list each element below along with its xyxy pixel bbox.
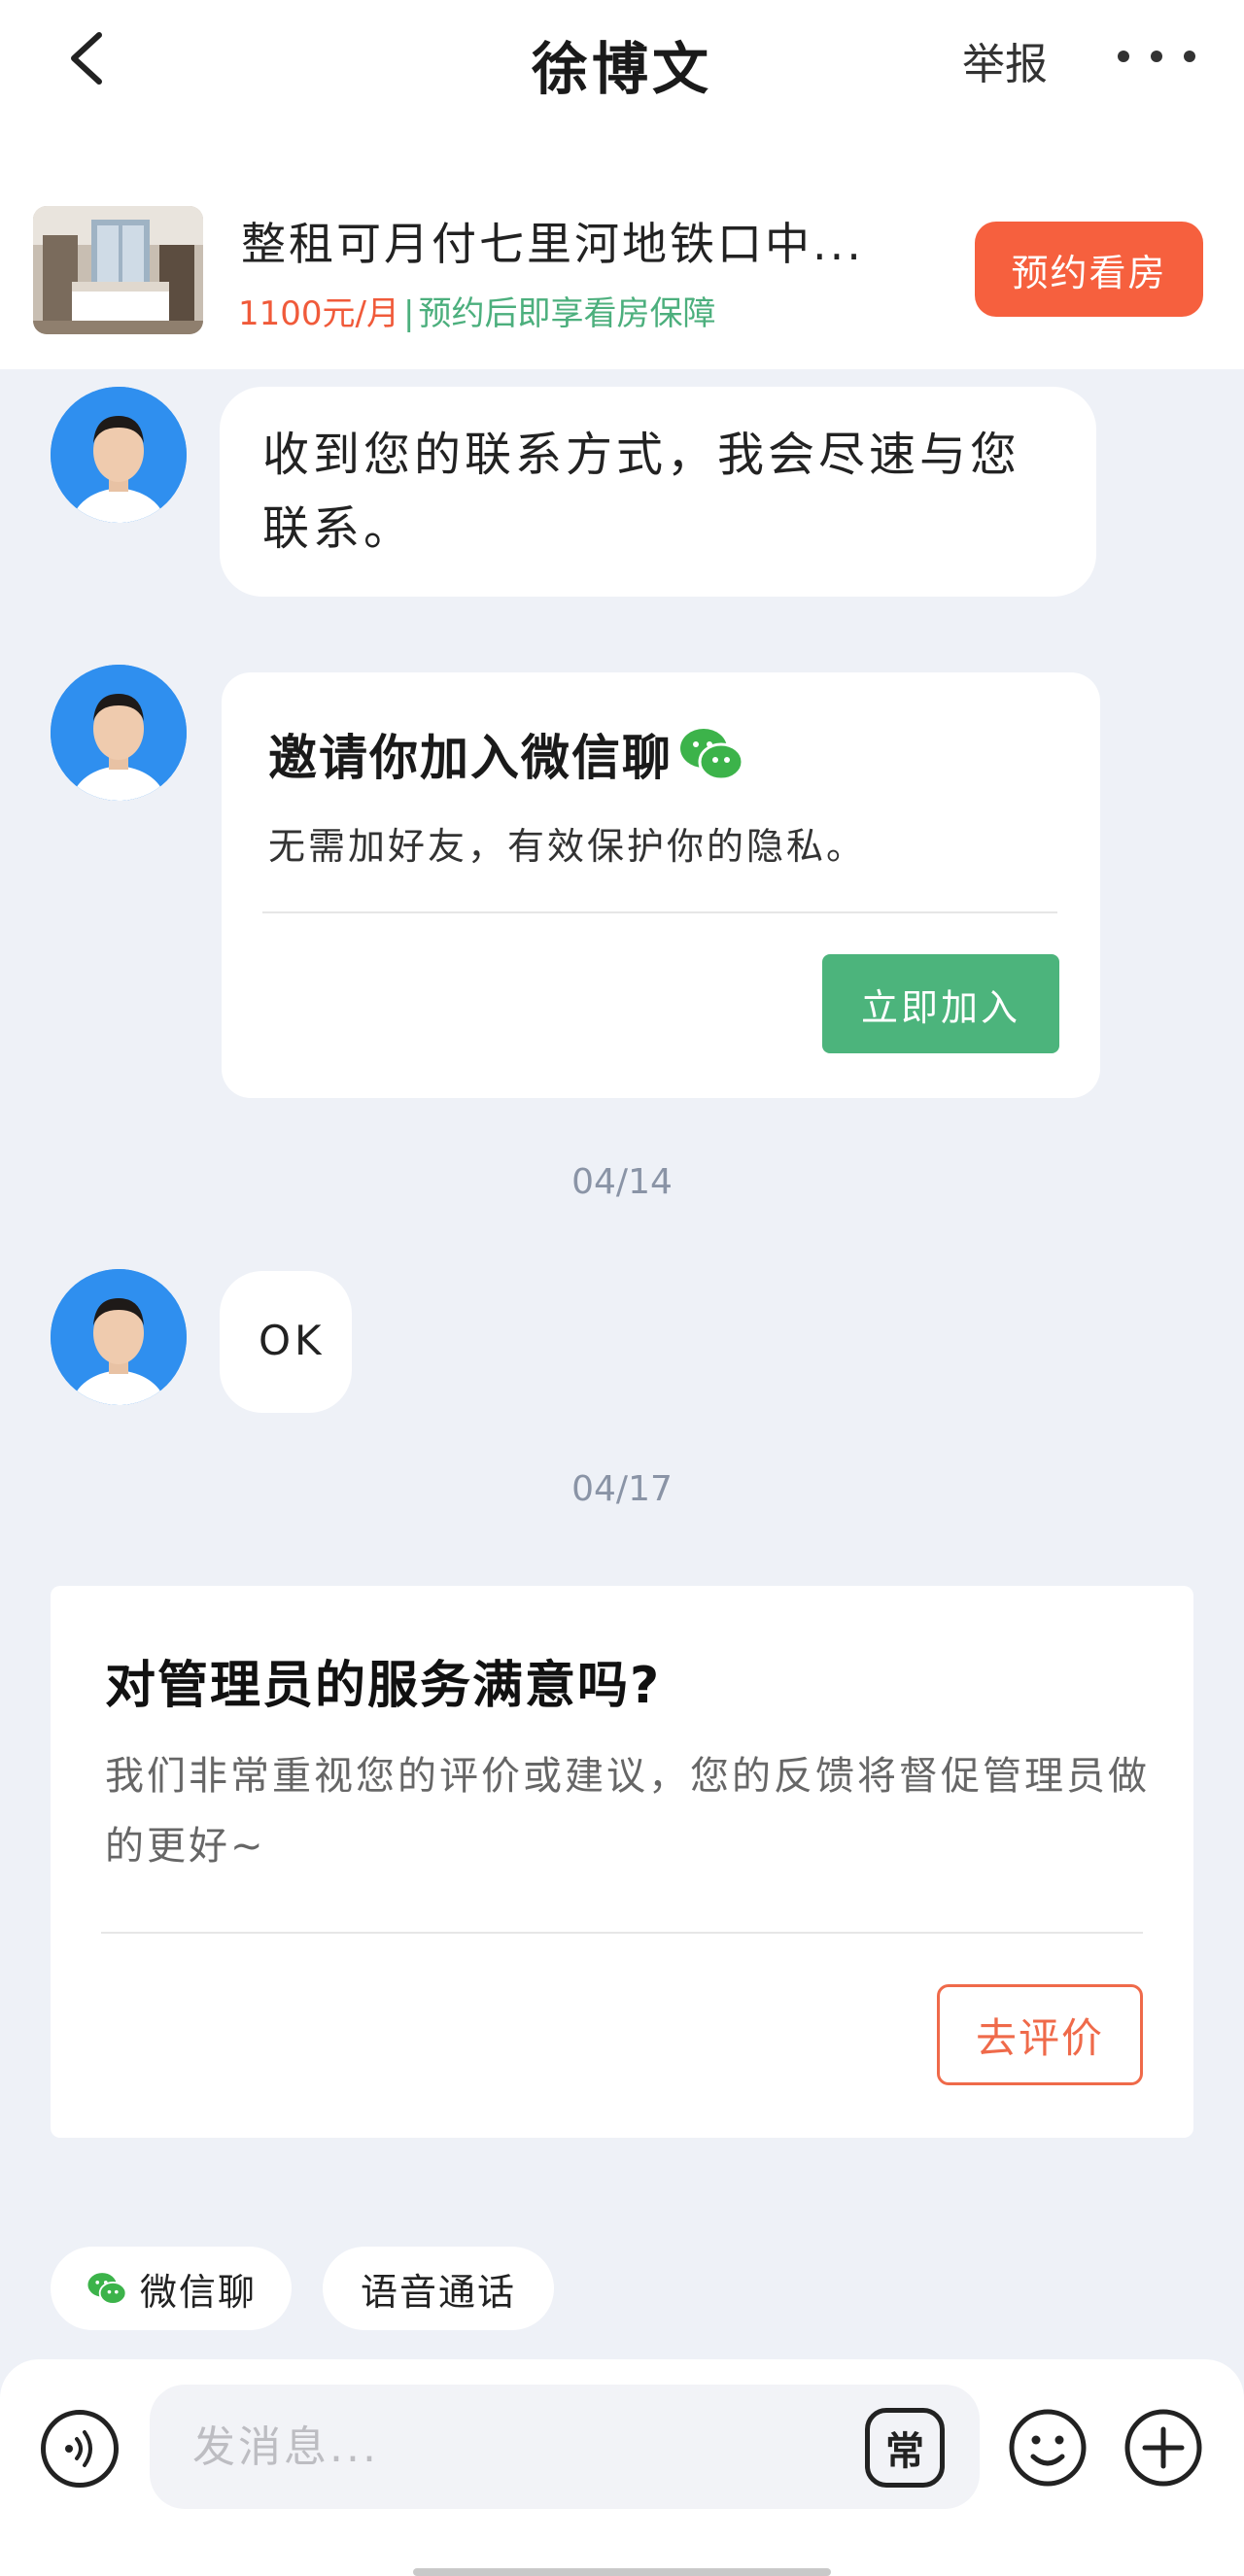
agent-avatar[interactable] bbox=[51, 387, 187, 523]
rate-button[interactable]: 去评价 bbox=[937, 1984, 1143, 2085]
voice-call-chip[interactable]: 语音通话 bbox=[323, 2247, 554, 2330]
home-indicator bbox=[413, 2568, 831, 2576]
listing-separator: | bbox=[402, 294, 415, 333]
date-separator: 04/14 bbox=[571, 1162, 673, 1202]
wechat-icon bbox=[680, 729, 744, 781]
card-divider bbox=[262, 911, 1057, 913]
report-button[interactable]: 举报 bbox=[962, 29, 1048, 91]
voice-call-label: 语音通话 bbox=[360, 2270, 516, 2314]
listing-title: 整租可月付七里河地铁口中... bbox=[241, 218, 864, 270]
agent-avatar[interactable] bbox=[51, 1269, 187, 1405]
wechat-invite-desc: 无需加好友，有效保护你的隐私。 bbox=[268, 825, 867, 868]
listing-subtitle: 1100元/月 | 预约后即享看房保障 bbox=[238, 287, 715, 334]
plus-icon bbox=[1124, 2409, 1202, 2487]
page-title: 徐博文 bbox=[531, 36, 712, 102]
message-text: 收到您的联系方式，我会尽速与您联系。 bbox=[262, 428, 1021, 556]
listing-thumbnail bbox=[33, 206, 203, 334]
date-separator: 04/17 bbox=[571, 1469, 673, 1509]
message-input[interactable] bbox=[150, 2385, 980, 2509]
message-composer: 常 bbox=[0, 2359, 1244, 2576]
common-phrases-button[interactable]: 常 bbox=[865, 2408, 945, 2488]
message-text: OK bbox=[259, 1317, 326, 1364]
wechat-chat-chip[interactable]: 微信聊 bbox=[51, 2247, 292, 2330]
wechat-chat-label: 微信聊 bbox=[139, 2270, 257, 2314]
top-bar: 徐博文 举报 bbox=[0, 0, 1244, 117]
agent-avatar[interactable] bbox=[51, 665, 187, 801]
wechat-invite-title: 邀请你加入微信聊 bbox=[268, 719, 746, 789]
card-divider bbox=[101, 1932, 1143, 1934]
service-survey-card: 对管理员的服务满意吗? 我们非常重视您的评价或建议，您的反馈将督促管理员做的更好… bbox=[51, 1586, 1193, 2138]
survey-desc: 我们非常重视您的评价或建议，您的反馈将督促管理员做的更好~ bbox=[105, 1754, 1150, 1869]
wechat-icon bbox=[87, 2273, 127, 2305]
join-now-button[interactable]: 立即加入 bbox=[822, 954, 1059, 1053]
more-dots-icon bbox=[1118, 51, 1195, 62]
more-button[interactable] bbox=[1118, 37, 1195, 76]
book-viewing-button[interactable]: 预约看房 bbox=[975, 222, 1203, 317]
wechat-invite-title-text: 邀请你加入微信聊 bbox=[268, 730, 673, 786]
listing-card[interactable]: 整租可月付七里河地铁口中... 1100元/月 | 预约后即享看房保障 预约看房 bbox=[0, 117, 1244, 369]
listing-guarantee: 预约后即享看房保障 bbox=[418, 294, 716, 333]
voice-icon bbox=[65, 2430, 92, 2467]
survey-title: 对管理员的服务满意吗? bbox=[105, 1657, 662, 1715]
emoji-button[interactable] bbox=[1008, 2408, 1088, 2488]
voice-input-button[interactable] bbox=[41, 2410, 119, 2488]
emoji-icon bbox=[1009, 2409, 1087, 2487]
listing-price: 1100元/月 bbox=[238, 294, 399, 333]
add-attachment-button[interactable] bbox=[1123, 2408, 1203, 2488]
